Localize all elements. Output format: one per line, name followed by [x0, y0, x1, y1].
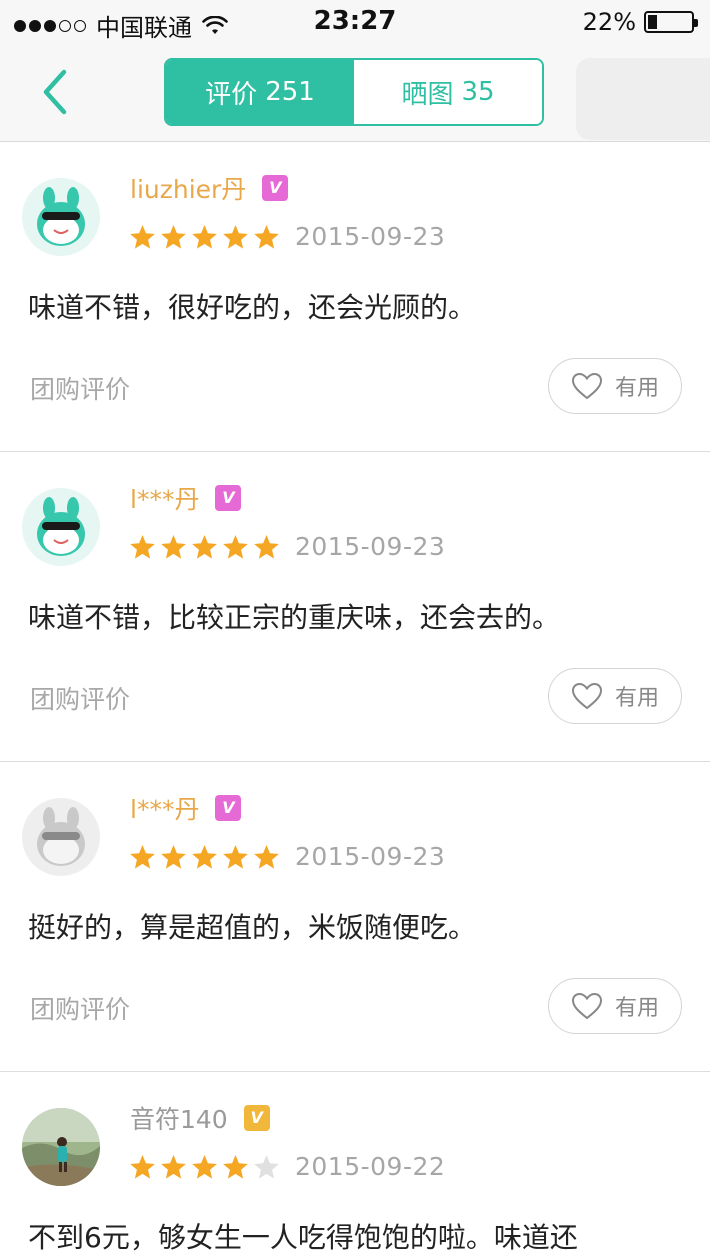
rating-row: 2015-09-22: [128, 1152, 445, 1181]
navigation-bar: 评价 251 晒图 35: [0, 44, 710, 142]
vip-badge-icon: V: [215, 795, 242, 821]
chevron-left-icon: [43, 69, 67, 115]
tab-photos[interactable]: 晒图 35: [354, 60, 542, 124]
tab-reviews-label: 评价: [205, 79, 258, 110]
star-filled-icon: [161, 845, 186, 869]
star-filled-icon: [130, 1155, 155, 1179]
user-row: l***丹 V: [130, 480, 242, 516]
review-source-tag: 团购评价: [30, 685, 131, 714]
avatar[interactable]: [22, 488, 100, 566]
review-date: 2015-09-23: [295, 842, 446, 871]
useful-label: 有用: [614, 996, 659, 1021]
review-item: l***丹 V 2015-09-23 味道不错，比较正宗的重庆味，还会去的。 团…: [0, 452, 710, 762]
star-filled-icon: [223, 225, 248, 249]
green-mascot-avatar-icon: [22, 178, 100, 256]
vip-badge-letter: V: [269, 178, 282, 197]
review-list: liuzhier丹 V 2015-09-23 味道不错，很好吃的，还会光顾的。 …: [0, 142, 710, 1260]
useful-label: 有用: [614, 686, 659, 711]
review-text: 挺好的，算是超值的，米饭随便吃。: [28, 911, 477, 944]
review-date: 2015-09-23: [295, 222, 446, 251]
username[interactable]: 音符140: [130, 1100, 228, 1136]
review-text: 味道不错，很好吃的，还会光顾的。: [28, 291, 477, 324]
battery-tip: [694, 19, 698, 27]
user-row: 音符140 V: [130, 1100, 270, 1136]
review-item: 音符140 V 2015-09-22 不到6元，够女生一人吃得饱饱的啦。味道还: [0, 1072, 710, 1260]
status-right: 22%: [582, 8, 698, 36]
star-filled-icon: [192, 1155, 217, 1179]
review-item: l***丹 V 2015-09-23 挺好的，算是超值的，米饭随便吃。 团购评价…: [0, 762, 710, 1072]
star-filled-icon: [161, 225, 186, 249]
battery-percent: 22%: [582, 8, 636, 36]
username[interactable]: liuzhier丹: [130, 170, 246, 206]
star-filled-icon: [254, 535, 279, 559]
useful-button[interactable]: 有用: [548, 668, 682, 724]
heart-outline-icon: [571, 372, 602, 400]
star-rating: [128, 842, 281, 871]
star-rating: [128, 1152, 281, 1181]
back-button[interactable]: [30, 62, 80, 122]
useful-label: 有用: [614, 376, 659, 401]
star-filled-icon: [192, 225, 217, 249]
star-filled-icon: [254, 845, 279, 869]
useful-button[interactable]: 有用: [548, 358, 682, 414]
username[interactable]: l***丹: [130, 790, 199, 826]
star-filled-icon: [130, 225, 155, 249]
star-filled-icon: [130, 535, 155, 559]
tab-reviews-count: 251: [265, 77, 315, 107]
star-rating: [128, 222, 281, 251]
star-filled-icon: [223, 535, 248, 559]
avatar[interactable]: [22, 798, 100, 876]
star-filled-icon: [192, 845, 217, 869]
vip-badge-icon: V: [243, 1105, 270, 1131]
battery-level: [648, 15, 657, 29]
star-filled-icon: [130, 845, 155, 869]
vip-badge-icon: V: [262, 175, 289, 201]
rating-row: 2015-09-23: [128, 532, 445, 561]
review-source-tag: 团购评价: [30, 995, 131, 1024]
avatar[interactable]: [22, 178, 100, 256]
user-row: liuzhier丹 V: [130, 170, 289, 206]
green-mascot-avatar-icon: [22, 488, 100, 566]
photo-avatar-icon: [22, 1108, 100, 1186]
vip-badge-letter: V: [222, 488, 235, 507]
vip-badge-letter: V: [250, 1108, 263, 1127]
star-filled-icon: [254, 225, 279, 249]
username[interactable]: l***丹: [130, 480, 199, 516]
battery-icon: [644, 11, 698, 33]
rating-row: 2015-09-23: [128, 842, 445, 871]
review-tab-switcher: 评价 251 晒图 35: [164, 58, 544, 126]
star-filled-icon: [161, 1155, 186, 1179]
review-source-tag: 团购评价: [30, 375, 131, 404]
star-filled-icon: [161, 535, 186, 559]
star-filled-icon: [223, 845, 248, 869]
review-item: liuzhier丹 V 2015-09-23 味道不错，很好吃的，还会光顾的。 …: [0, 142, 710, 452]
review-text: 味道不错，比较正宗的重庆味，还会去的。: [28, 601, 561, 634]
tab-photos-label: 晒图: [401, 79, 454, 110]
rating-row: 2015-09-23: [128, 222, 445, 251]
star-filled-icon: [223, 1155, 248, 1179]
status-bar: 中国联通 23:27 22%: [0, 0, 710, 44]
useful-button[interactable]: 有用: [548, 978, 682, 1034]
star-rating: [128, 532, 281, 561]
review-date: 2015-09-23: [295, 532, 446, 561]
avatar[interactable]: [22, 1108, 100, 1186]
vip-badge-icon: V: [215, 485, 242, 511]
star-empty-icon: [254, 1155, 279, 1179]
review-date: 2015-09-22: [295, 1152, 446, 1181]
heart-outline-icon: [571, 682, 602, 710]
user-row: l***丹 V: [130, 790, 242, 826]
nav-right-panel: [576, 58, 710, 140]
review-text: 不到6元，够女生一人吃得饱饱的啦。味道还: [28, 1221, 578, 1254]
tab-reviews[interactable]: 评价 251: [166, 60, 354, 124]
vip-badge-letter: V: [222, 798, 235, 817]
tab-photos-count: 35: [461, 77, 495, 107]
heart-outline-icon: [571, 992, 602, 1020]
star-filled-icon: [192, 535, 217, 559]
gray-mascot-avatar-icon: [22, 798, 100, 876]
